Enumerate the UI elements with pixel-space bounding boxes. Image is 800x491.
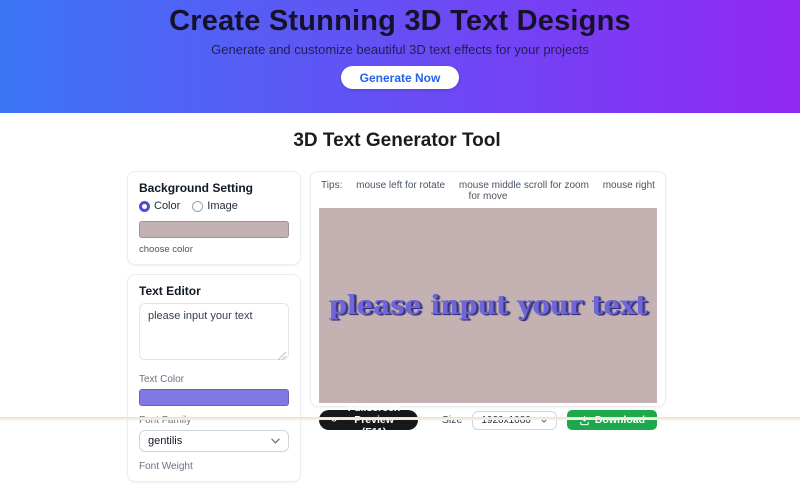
tip-rotate: mouse left for rotate <box>356 180 445 191</box>
size-label: Size <box>442 414 462 426</box>
radio-option-image[interactable]: Image <box>192 200 238 212</box>
text-color-label: Text Color <box>139 374 289 385</box>
textarea-resize-handle[interactable] <box>278 352 286 360</box>
font-weight-label: Font Weight <box>139 461 289 472</box>
text-editor-panel: Text Editor please input your text Text … <box>127 274 301 482</box>
tip-zoom: mouse middle scroll for zoom <box>459 180 589 191</box>
fullscreen-preview-button[interactable]: Fullscreen Preview (F11) <box>319 410 418 430</box>
fullscreen-preview-label: Fullscreen Preview (F11) <box>342 402 406 438</box>
text-editor-title: Text Editor <box>139 284 289 298</box>
choose-color-label: choose color <box>139 244 289 255</box>
tips-bar: Tips: mouse left for rotate mouse middle… <box>319 179 657 208</box>
download-label: Download <box>595 414 645 426</box>
font-family-select[interactable]: gentilis <box>139 430 289 452</box>
generate-now-button[interactable]: Generate Now <box>341 66 460 89</box>
radio-unselected-icon <box>192 201 203 212</box>
background-color-swatch[interactable] <box>139 221 289 238</box>
rendered-3d-text: please input your text <box>329 291 648 321</box>
radio-option-label: Color <box>154 200 180 212</box>
background-type-radio-group: Color Image <box>139 200 289 212</box>
preview-panel: Tips: mouse left for rotate mouse middle… <box>310 171 666 407</box>
tips-label: Tips: <box>321 180 342 191</box>
radio-option-label: Image <box>207 200 238 212</box>
size-select[interactable]: 1920x1080 <box>472 411 557 430</box>
chevron-down-icon <box>271 438 280 444</box>
preview-canvas[interactable]: please input your text <box>319 208 657 403</box>
font-family-value: gentilis <box>148 435 182 447</box>
background-setting-title: Background Setting <box>139 181 289 195</box>
text-input[interactable]: please input your text <box>139 303 289 360</box>
text-input-wrap: please input your text <box>139 303 289 365</box>
radio-option-color[interactable]: Color <box>139 200 180 212</box>
download-button[interactable]: Download <box>567 410 657 430</box>
hero-banner: Create Stunning 3D Text Designs Generate… <box>0 0 800 113</box>
settings-sidebar: Background Setting Color Image choose co… <box>127 171 301 491</box>
hero-subtitle: Generate and customize beautiful 3D text… <box>0 42 800 57</box>
tool-heading: 3D Text Generator Tool <box>127 130 667 152</box>
background-setting-panel: Background Setting Color Image choose co… <box>127 171 301 265</box>
radio-selected-icon <box>139 201 150 212</box>
hero-title: Create Stunning 3D Text Designs <box>0 0 800 38</box>
text-color-swatch[interactable] <box>139 389 289 406</box>
